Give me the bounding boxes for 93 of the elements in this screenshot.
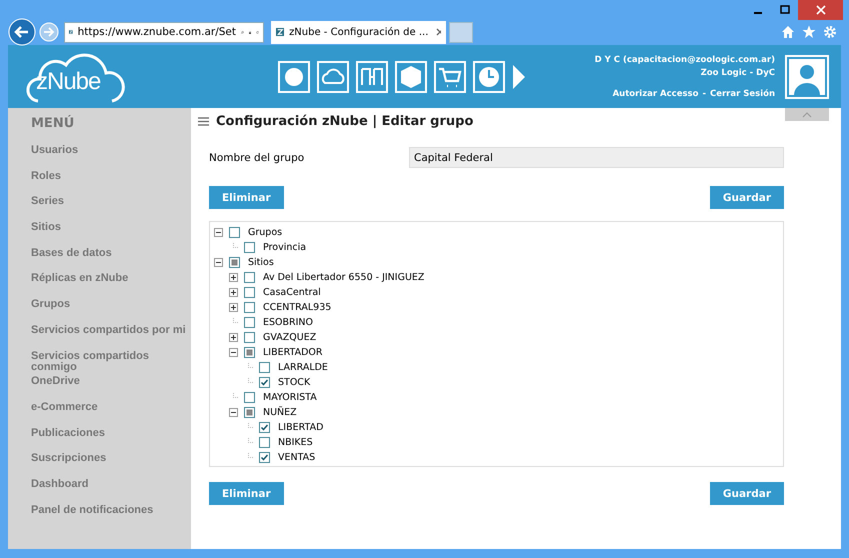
checkbox[interactable]	[259, 437, 270, 448]
checkbox[interactable]	[244, 332, 255, 343]
checkbox[interactable]	[244, 407, 255, 418]
checkbox[interactable]	[244, 242, 255, 253]
avatar-icon[interactable]	[785, 54, 829, 98]
menu-item[interactable]: Roles	[31, 170, 189, 196]
settings-icon[interactable]	[823, 25, 837, 39]
expander-icon[interactable]	[229, 408, 238, 417]
nav-tile-icon[interactable]	[434, 60, 466, 92]
tree-item-label[interactable]: Av Del Libertador 6550 - JINIGUEZ	[263, 272, 424, 283]
tree-item-label[interactable]: VENTAS	[278, 452, 316, 463]
url-text: https://www.znube.com.ar/Set	[78, 26, 236, 38]
expander-icon[interactable]	[229, 333, 238, 342]
tree-item-label[interactable]: Grupos	[248, 227, 282, 238]
expander-icon[interactable]	[214, 258, 223, 267]
delete-button[interactable]: Eliminar	[209, 482, 284, 505]
save-button[interactable]: Guardar	[710, 482, 784, 505]
back-button[interactable]	[8, 18, 36, 46]
tree-item-label[interactable]: Provincia	[263, 242, 306, 253]
menu-icon[interactable]	[198, 116, 209, 126]
tree-item-label[interactable]: MAYORISTA	[263, 392, 317, 403]
caret-up-icon	[802, 112, 812, 118]
expander-icon[interactable]	[229, 273, 238, 282]
close-icon	[816, 5, 826, 15]
tree-item-label[interactable]: CasaCentral	[263, 287, 321, 298]
menu-item[interactable]: Publicaciones	[31, 428, 189, 454]
checkbox[interactable]	[259, 377, 270, 388]
menu-item[interactable]: Servicios compartidos conmigo	[31, 350, 189, 376]
nav-tile-icon[interactable]	[356, 60, 388, 92]
tree-item-label[interactable]: LIBERTADOR	[263, 347, 322, 358]
star-icon[interactable]	[802, 25, 816, 39]
menu-item[interactable]: Sitios	[31, 222, 189, 248]
menu-item[interactable]: Panel de notificaciones	[31, 504, 189, 530]
authorize-link[interactable]: Autorizar Accesso	[612, 88, 698, 98]
menu-item[interactable]: Servicios compartidos por mi	[31, 324, 189, 350]
expander-icon[interactable]	[229, 303, 238, 312]
tree-item-label[interactable]: LIBERTAD	[278, 422, 324, 433]
checkbox[interactable]	[244, 347, 255, 358]
nav-tile-icon[interactable]	[317, 60, 349, 92]
site-logo-icon	[276, 25, 284, 39]
checkbox[interactable]	[244, 287, 255, 298]
menu-item[interactable]: e-Commerce	[31, 402, 189, 428]
close-button[interactable]	[798, 0, 843, 20]
tree-item-label[interactable]: NBIKES	[278, 437, 313, 448]
address-bar[interactable]: https://www.znube.com.ar/Set	[64, 22, 264, 42]
menu-item[interactable]: Usuarios	[31, 145, 189, 171]
tree-item-label[interactable]: STOCK	[278, 377, 310, 388]
field-label: Nombre del grupo	[209, 152, 306, 164]
menu-item[interactable]: Series	[31, 196, 189, 222]
menu-item[interactable]: OneDrive	[31, 376, 189, 402]
browser-tab[interactable]: zNube - Configuración de ...	[271, 20, 446, 44]
checkbox[interactable]	[259, 422, 270, 433]
expander-icon[interactable]	[229, 288, 238, 297]
logo-text: zNube	[36, 68, 100, 96]
cloud-logo-icon	[26, 50, 126, 102]
nav-tile-icon[interactable]	[473, 60, 505, 92]
delete-button[interactable]: Eliminar	[209, 186, 284, 209]
tree-item-label[interactable]: LARRALDE	[278, 362, 328, 373]
checkbox[interactable]	[244, 302, 255, 313]
next-arrow-icon[interactable]	[512, 64, 526, 90]
menu-item[interactable]: Dashboard	[31, 478, 189, 505]
expander-icon[interactable]	[214, 228, 223, 237]
company-name: Zoo Logic - DyC	[700, 68, 775, 78]
checkbox[interactable]	[244, 317, 255, 328]
home-icon[interactable]	[781, 25, 795, 39]
menu-item[interactable]: Réplicas en zNube	[31, 273, 189, 300]
checkbox[interactable]	[244, 272, 255, 283]
menu-item[interactable]: Grupos	[31, 299, 189, 325]
checkbox[interactable]	[244, 392, 255, 403]
menu-item[interactable]: Bases de datos	[31, 248, 189, 274]
save-button[interactable]: Guardar	[710, 186, 784, 209]
close-tab-icon[interactable]	[436, 28, 441, 36]
checkbox[interactable]	[259, 452, 270, 463]
forward-button[interactable]	[39, 22, 59, 42]
user-name: D Y C (capacitacion@zoologic.com.ar)	[594, 54, 775, 64]
page-title: Configuración zNube | Editar grupo	[216, 114, 474, 128]
checkbox[interactable]	[229, 257, 240, 268]
group-name-field[interactable]: Capital Federal	[409, 147, 784, 168]
maximize-icon[interactable]	[780, 5, 790, 15]
tree-item-label[interactable]: CCENTRAL935	[263, 302, 332, 313]
nav-tile-icon[interactable]	[395, 60, 427, 92]
tree-item-label[interactable]: ESOBRINO	[263, 317, 314, 328]
tree-item-label[interactable]: NUÑEZ	[263, 407, 297, 418]
expander-icon[interactable]	[229, 348, 238, 357]
tree-item-label[interactable]: Sitios	[248, 257, 274, 268]
menu-item[interactable]: Suscripciones	[31, 453, 189, 479]
menu-title: MENÚ	[31, 116, 76, 131]
link-separator: -	[702, 88, 706, 98]
checkbox[interactable]	[259, 362, 270, 373]
logout-link[interactable]: Cerrar Sesión	[710, 88, 775, 98]
checkbox[interactable]	[229, 227, 240, 238]
nav-tile-icon[interactable]	[278, 60, 310, 92]
tree-item-label[interactable]: GVAZQUEZ	[263, 332, 316, 343]
